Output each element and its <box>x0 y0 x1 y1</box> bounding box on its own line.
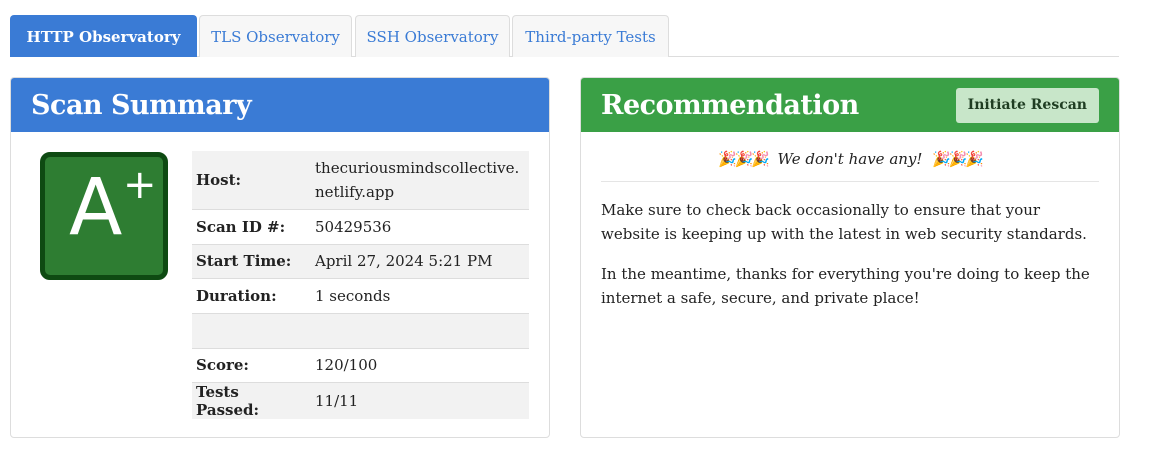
recommendation-paragraph: In the meantime, thanks for everything y… <box>601 265 1090 307</box>
grade-modifier: + <box>123 162 157 208</box>
party-popper-icon: 🎉🎉🎉 <box>931 150 984 168</box>
table-row: Host: thecuriousmindscollective.netlify.… <box>192 151 529 209</box>
table-row: Score: 120/100 <box>192 347 529 382</box>
grade-letter: A <box>69 163 123 253</box>
empty-label <box>192 312 310 348</box>
observatory-tabs: HTTP Observatory TLS Observatory SSH Obs… <box>10 15 1119 57</box>
table-row: Start Time: April 27, 2024 5:21 PM <box>192 243 529 278</box>
party-popper-icon: 🎉🎉🎉 <box>717 150 770 168</box>
scan-info-table: Host: thecuriousmindscollective.netlify.… <box>192 151 529 419</box>
recommendation-paragraph: Make sure to check back occasionally to … <box>601 201 1087 243</box>
recommendation-panel: Recommendation Initiate Rescan 🎉🎉🎉 We do… <box>580 77 1120 438</box>
start-time-label: Start Time: <box>192 243 310 278</box>
score-value: 120/100 <box>310 347 529 382</box>
grade-badge: A + <box>40 152 168 280</box>
empty-value <box>310 312 529 348</box>
start-time-value: April 27, 2024 5:21 PM <box>310 243 529 278</box>
cheer-text: We don't have any! <box>777 150 923 168</box>
tests-passed-label: Tests Passed: <box>192 381 310 419</box>
scan-id-value: 50429536 <box>310 208 529 244</box>
tab-http-observatory[interactable]: HTTP Observatory <box>10 15 197 57</box>
table-row <box>192 312 529 348</box>
tests-passed-value: 11/11 <box>310 381 529 419</box>
table-row: Duration: 1 seconds <box>192 277 529 313</box>
tab-third-party-tests[interactable]: Third-party Tests <box>512 15 669 57</box>
initiate-rescan-button[interactable]: Initiate Rescan <box>955 87 1099 123</box>
recommendation-header: Recommendation Initiate Rescan <box>581 78 1119 132</box>
no-recommendations-message: 🎉🎉🎉 We don't have any! 🎉🎉🎉 <box>601 150 1099 182</box>
duration-value: 1 seconds <box>310 277 529 313</box>
table-row: Tests Passed: 11/11 <box>192 381 529 419</box>
table-row: Scan ID #: 50429536 <box>192 208 529 244</box>
host-label: Host: <box>196 170 242 189</box>
score-label: Score: <box>192 347 310 382</box>
scan-summary-panel: Scan Summary A + Host: thecuriousmindsco… <box>10 77 550 438</box>
scan-summary-title: Scan Summary <box>11 78 549 132</box>
tab-tls-observatory[interactable]: TLS Observatory <box>199 15 352 57</box>
duration-label: Duration: <box>192 277 310 313</box>
tab-ssh-observatory[interactable]: SSH Observatory <box>355 15 510 57</box>
recommendation-title: Recommendation <box>601 89 859 121</box>
host-value: thecuriousmindscollective.netlify.app <box>315 158 520 201</box>
scan-id-label: Scan ID #: <box>192 208 310 244</box>
